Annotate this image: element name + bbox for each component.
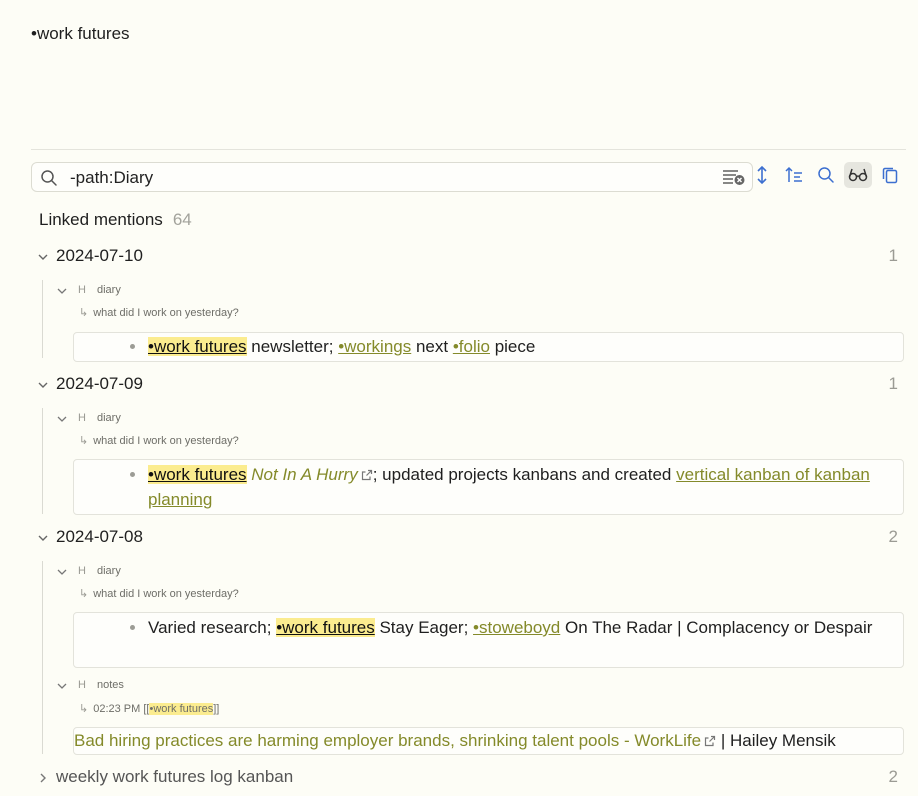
page-title: •work futures xyxy=(31,24,130,43)
group-header[interactable]: 2024-07-08 2 xyxy=(36,527,900,549)
group-header[interactable]: 2024-07-09 1 xyxy=(36,374,900,396)
linked-mentions-header: Linked mentions 64 xyxy=(39,210,192,230)
page-link[interactable]: •folio xyxy=(453,337,490,356)
chevron-down-icon[interactable] xyxy=(36,250,50,264)
text-span: Varied research; xyxy=(148,618,277,637)
block-text: •work futures Not In A Hurry ; updated pr… xyxy=(148,462,883,512)
group-count: 2 xyxy=(888,527,898,546)
text-span: ; updated projects kanbans and created xyxy=(372,465,677,484)
external-link-icon[interactable] xyxy=(704,735,716,747)
linked-mentions-label: Linked mentions xyxy=(39,210,163,229)
glasses-icon xyxy=(848,168,868,182)
indent-guide xyxy=(42,561,43,754)
show-more-context-button[interactable] xyxy=(844,162,872,188)
heading-icon: H xyxy=(78,679,86,691)
page-link[interactable]: Bad hiring practices are harming employe… xyxy=(74,731,701,750)
heading-label: diary xyxy=(97,412,121,424)
block-text: •work futures newsletter; •workings next… xyxy=(148,334,883,359)
heading-label: notes xyxy=(97,679,124,691)
mention-block[interactable]: Bad hiring practices are harming employe… xyxy=(73,727,904,755)
text-span: next xyxy=(411,337,453,356)
breadcrumb-text: what did I work on yesterday? xyxy=(93,435,239,447)
group-title: weekly work futures log kanban xyxy=(56,767,294,786)
bullet xyxy=(130,344,135,349)
highlighted-tag[interactable]: •work futures xyxy=(276,618,375,637)
breadcrumb[interactable]: ↳ what did I work on yesterday? xyxy=(79,434,239,447)
search-results-button[interactable] xyxy=(812,162,840,188)
mention-block[interactable]: Varied research; •work futures Stay Eage… xyxy=(73,612,904,668)
chevron-down-icon[interactable] xyxy=(56,285,68,297)
chevron-down-icon[interactable] xyxy=(56,566,68,578)
child-arrow-icon: ↳ xyxy=(79,307,89,319)
page-link[interactable]: •stoweboyd xyxy=(473,618,560,637)
block-text: Bad hiring practices are harming employe… xyxy=(74,728,883,753)
group-count: 1 xyxy=(888,374,898,393)
divider xyxy=(31,149,906,150)
chevron-down-icon[interactable] xyxy=(56,680,68,692)
group-count: 2 xyxy=(888,767,898,786)
bullet xyxy=(130,472,135,477)
heading-icon: H xyxy=(78,412,86,424)
indent-guide xyxy=(42,280,43,358)
search-input[interactable] xyxy=(68,167,712,189)
indent-guide xyxy=(42,408,43,514)
heading-row[interactable]: H diary xyxy=(56,565,356,579)
breadcrumb-text: what did I work on yesterday? xyxy=(93,588,239,600)
highlighted-tag[interactable]: •work futures xyxy=(148,465,247,484)
group-header[interactable]: 2024-07-10 1 xyxy=(36,246,900,268)
magnifier-icon xyxy=(818,167,834,183)
child-arrow-icon: ↳ xyxy=(79,435,89,447)
highlighted-tag[interactable]: •work futures xyxy=(149,703,214,715)
mention-block[interactable]: •work futures newsletter; •workings next… xyxy=(73,332,904,362)
expand-vertical-icon xyxy=(757,165,767,185)
group-header[interactable]: weekly work futures log kanban 2 xyxy=(36,767,900,789)
breadcrumb-text: what did I work on yesterday? xyxy=(93,307,239,319)
breadcrumb-text: 02:23 PM [[ xyxy=(93,703,150,715)
heading-icon: H xyxy=(78,284,86,296)
sort-icon xyxy=(785,166,802,182)
group-title: 2024-07-08 xyxy=(56,527,143,546)
breadcrumb[interactable]: ↳ what did I work on yesterday? xyxy=(79,306,239,319)
collapse-results-button[interactable] xyxy=(748,162,776,188)
heading-row[interactable]: H notes xyxy=(56,679,356,693)
text-span: Stay Eager; xyxy=(374,618,474,637)
chevron-down-icon[interactable] xyxy=(56,413,68,425)
copy-icon xyxy=(882,167,898,184)
bullet xyxy=(130,625,135,630)
heading-label: diary xyxy=(97,565,121,577)
search-icon xyxy=(41,170,57,186)
search-bar xyxy=(31,162,753,192)
text-span: piece xyxy=(489,337,536,356)
heading-row[interactable]: H diary xyxy=(56,412,356,426)
heading-label: diary xyxy=(97,284,121,296)
group-title: 2024-07-09 xyxy=(56,374,143,393)
copy-results-button[interactable] xyxy=(876,162,904,188)
chevron-down-icon[interactable] xyxy=(36,378,50,392)
linked-mentions-count: 64 xyxy=(172,210,192,229)
chevron-right-icon[interactable] xyxy=(36,771,50,785)
breadcrumb[interactable]: ↳ what did I work on yesterday? xyxy=(79,587,239,600)
group-title: 2024-07-10 xyxy=(56,246,143,265)
heading-row[interactable]: H diary xyxy=(56,284,356,298)
chevron-down-icon[interactable] xyxy=(36,531,50,545)
mention-block[interactable]: •work futures Not In A Hurry ; updated pr… xyxy=(73,459,904,515)
sort-button[interactable] xyxy=(780,162,808,188)
child-arrow-icon: ↳ xyxy=(79,703,89,715)
clear-filter-icon[interactable] xyxy=(722,168,746,186)
heading-icon: H xyxy=(78,565,86,577)
external-link-icon[interactable] xyxy=(361,469,373,481)
group-count: 1 xyxy=(888,246,898,265)
text-span: newsletter; xyxy=(246,337,339,356)
breadcrumb[interactable]: ↳ 02:23 PM [[•work futures]] xyxy=(79,702,219,715)
page-link[interactable]: •workings xyxy=(338,337,411,356)
highlighted-tag[interactable]: •work futures xyxy=(148,337,247,356)
block-text: Varied research; •work futures Stay Eage… xyxy=(148,615,883,640)
child-arrow-icon: ↳ xyxy=(79,588,89,600)
reference-link[interactable]: Not In A Hurry xyxy=(251,465,357,484)
text-span: On The Radar | Complacency or Despair xyxy=(560,618,873,637)
text-span: | Hailey Mensik xyxy=(716,731,836,750)
breadcrumb-text: ]] xyxy=(213,703,220,715)
